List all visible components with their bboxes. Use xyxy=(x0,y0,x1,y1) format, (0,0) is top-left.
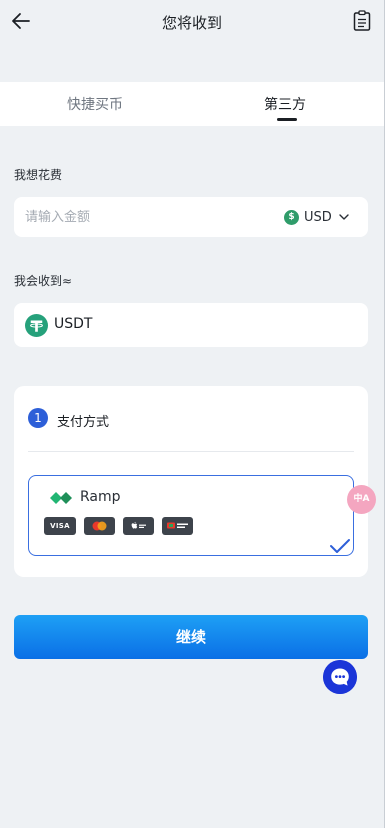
step-number-badge: 1 xyxy=(28,408,48,428)
chevron-down-icon xyxy=(339,214,349,220)
currency-label: USD xyxy=(304,209,332,225)
tab-quick-buy[interactable]: 快捷买币 xyxy=(67,94,123,114)
dollar-coin-icon: $ xyxy=(284,209,299,225)
translate-glyph: 中A xyxy=(353,494,370,504)
tab-bar: 快捷买币 第三方 xyxy=(0,82,384,126)
payment-method-title: 支付方式 xyxy=(57,415,110,430)
continue-button[interactable]: 继续 xyxy=(14,615,368,659)
chat-support-icon[interactable] xyxy=(323,660,357,694)
checkmark-icon xyxy=(330,539,350,553)
provider-option-ramp[interactable]: Ramp VISA xyxy=(28,475,354,556)
apple-pay-icon xyxy=(123,517,154,535)
bank-card-icon xyxy=(162,517,193,535)
payment-method-card: 1 支付方式 Ramp VISA xyxy=(14,386,368,577)
spend-amount-field: $ USD xyxy=(14,197,368,237)
tab-third-party[interactable]: 第三方 xyxy=(264,94,306,114)
page-title: 您将收到 xyxy=(161,14,222,32)
spend-label: 我想花费 xyxy=(14,168,63,182)
clipboard-list-icon[interactable] xyxy=(352,10,372,32)
receive-asset-field: USDT xyxy=(14,303,368,347)
visa-card-icon: VISA xyxy=(44,517,76,535)
translate-icon[interactable]: 中A xyxy=(347,485,376,514)
divider xyxy=(28,451,354,452)
amount-input[interactable] xyxy=(14,197,264,237)
currency-dropdown[interactable]: $ USD xyxy=(284,208,350,226)
asset-name: USDT xyxy=(54,316,93,332)
buy-crypto-screen: 您将收到 快捷买币 第三方 我想花费 $ USD 我会收到≈ USDT xyxy=(0,0,385,828)
mastercard-icon xyxy=(84,517,115,535)
active-tab-indicator xyxy=(277,118,297,121)
receive-label: 我会收到≈ xyxy=(14,274,73,288)
top-bar: 您将收到 xyxy=(0,0,384,44)
tether-icon xyxy=(25,314,48,337)
ramp-logo-icon xyxy=(50,492,72,504)
provider-name: Ramp xyxy=(80,489,121,505)
